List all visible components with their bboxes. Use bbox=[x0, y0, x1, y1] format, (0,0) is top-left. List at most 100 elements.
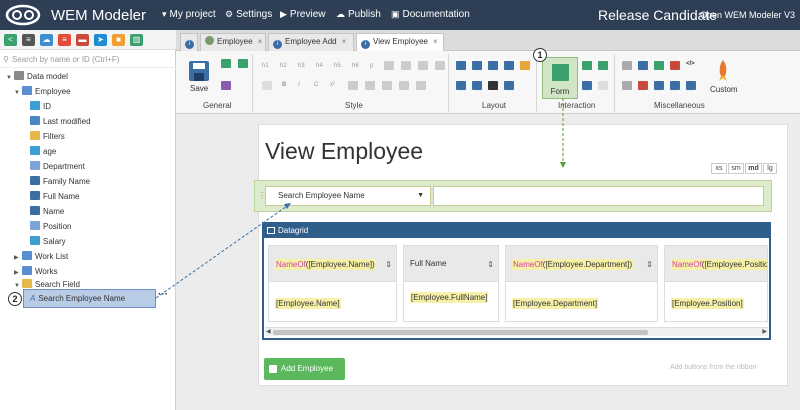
text-color-icon[interactable] bbox=[416, 81, 426, 90]
style-h4-button[interactable]: h4 bbox=[316, 63, 323, 69]
outdent-icon[interactable] bbox=[435, 61, 445, 70]
text-icon[interactable] bbox=[598, 81, 608, 90]
column-header[interactable]: NameOf([Employee.Name]) ⇕ bbox=[269, 246, 396, 282]
tree-node-salary[interactable]: Salary bbox=[30, 235, 66, 249]
keyboard-icon[interactable] bbox=[622, 61, 632, 70]
horizontal-scrollbar[interactable]: ◀ ▶ bbox=[265, 327, 768, 336]
search-input[interactable]: ⚲ Search by name or ID (Ctrl+F) bbox=[0, 52, 176, 68]
scroll-left-icon[interactable]: ◀ bbox=[266, 328, 271, 335]
save-button[interactable]: Save bbox=[190, 84, 208, 93]
arrow-right-icon[interactable] bbox=[238, 59, 248, 68]
eraser-icon[interactable] bbox=[262, 81, 272, 90]
tree-node-filters[interactable]: Filters bbox=[30, 130, 65, 144]
datagrid-column[interactable]: Full Name ⇕ [Employee.FullName] bbox=[403, 245, 499, 322]
style-h3-button[interactable]: h3 bbox=[298, 63, 305, 69]
grid-icon[interactable] bbox=[488, 61, 498, 70]
collapse-arrow-icon[interactable]: ▶ bbox=[14, 251, 22, 265]
code-icon[interactable]: C bbox=[314, 82, 318, 88]
database-icon[interactable]: ≡ bbox=[22, 34, 35, 46]
navigation-icon[interactable] bbox=[622, 81, 632, 90]
breakpoint-md-button[interactable]: md bbox=[745, 163, 762, 174]
input-icon[interactable] bbox=[582, 81, 592, 90]
image-icon[interactable] bbox=[456, 81, 466, 90]
align-left-icon[interactable] bbox=[348, 81, 358, 90]
indent-icon[interactable] bbox=[418, 61, 428, 70]
columns-icon[interactable] bbox=[456, 61, 466, 70]
menu-documentation[interactable]: ▣ Documentation bbox=[391, 9, 470, 20]
datagrid[interactable]: Datagrid NameOf([Employee.Name]) ⇕ [Emplo… bbox=[262, 222, 771, 340]
sort-icon[interactable]: ⇕ bbox=[646, 260, 653, 269]
sort-icon[interactable]: ⇕ bbox=[487, 260, 494, 269]
cloud-icon[interactable]: ☁ bbox=[40, 34, 53, 46]
save-icon[interactable] bbox=[188, 59, 210, 83]
menu-publish[interactable]: ☁ Publish bbox=[336, 9, 381, 20]
style-p-button[interactable]: p bbox=[370, 63, 373, 69]
tab-employee[interactable]: Employee × bbox=[200, 33, 266, 51]
tabs-icon[interactable] bbox=[520, 61, 530, 70]
expand-arrow-icon[interactable]: ▼ bbox=[14, 86, 22, 100]
close-icon[interactable]: × bbox=[258, 37, 263, 46]
bold-icon[interactable]: B bbox=[282, 82, 286, 88]
align-justify-icon[interactable] bbox=[399, 81, 409, 90]
folder-icon[interactable]: ■ bbox=[112, 34, 125, 46]
tree-node-work-list[interactable]: ▶ Work List bbox=[14, 250, 68, 264]
column-header[interactable]: NameOf([Employee.Department]) ⇕ bbox=[506, 246, 657, 282]
tools-icon[interactable]: ▬ bbox=[76, 34, 89, 46]
datagrid-column[interactable]: NameOf([Employee.Position [Employee.Posi… bbox=[664, 245, 768, 322]
tab-info[interactable]: i bbox=[180, 33, 198, 51]
pdf-icon[interactable] bbox=[670, 61, 680, 70]
link-icon[interactable] bbox=[472, 81, 482, 90]
expand-arrow-icon[interactable]: ▼ bbox=[14, 279, 22, 293]
superscript-icon[interactable]: x² bbox=[330, 82, 335, 88]
search-field-dropdown[interactable]: Search Employee Name ▼ bbox=[265, 186, 431, 206]
share-icon[interactable]: < bbox=[4, 34, 17, 46]
calendar-icon[interactable] bbox=[654, 81, 664, 90]
style-h2-button[interactable]: h2 bbox=[280, 63, 287, 69]
more-options-icon[interactable]: ··· bbox=[158, 289, 168, 300]
style-h5-button[interactable]: h5 bbox=[334, 63, 341, 69]
table-icon[interactable] bbox=[504, 61, 514, 70]
datagrid-column[interactable]: NameOf([Employee.Name]) ⇕ [Employee.Name] bbox=[268, 245, 397, 322]
chart-icon[interactable]: ▥ bbox=[130, 34, 143, 46]
style-h1-button[interactable]: h1 bbox=[262, 63, 269, 69]
close-icon[interactable]: × bbox=[433, 37, 438, 46]
undo-icon[interactable] bbox=[221, 59, 231, 68]
tree-node-works[interactable]: ▶ Works bbox=[14, 265, 58, 279]
add-employee-button[interactable]: Add Employee bbox=[264, 358, 345, 380]
tree-node-family-name[interactable]: Family Name bbox=[30, 175, 90, 189]
tab-employee-add[interactable]: i Employee Add × bbox=[268, 33, 354, 51]
validate-icon[interactable] bbox=[582, 61, 592, 70]
search-field-row[interactable]: ⋮ Search Employee Name ▼ bbox=[254, 180, 772, 212]
numbered-list-icon[interactable] bbox=[401, 61, 411, 70]
window-icon[interactable] bbox=[686, 81, 696, 90]
panel-icon[interactable] bbox=[472, 61, 482, 70]
expand-arrow-icon[interactable]: ▼ bbox=[6, 71, 14, 85]
custom-button[interactable]: Custom bbox=[710, 85, 738, 94]
map-icon[interactable] bbox=[654, 61, 664, 70]
close-icon[interactable]: × bbox=[342, 37, 347, 46]
check-icon[interactable] bbox=[598, 61, 608, 70]
comment-icon[interactable] bbox=[638, 61, 648, 70]
tree-node-search-employee-name[interactable]: A Search Employee Name bbox=[23, 289, 156, 308]
flag-icon[interactable] bbox=[488, 81, 498, 90]
column-header[interactable]: NameOf([Employee.Position bbox=[665, 246, 767, 282]
style-h6-button[interactable]: h6 bbox=[352, 63, 359, 69]
tree-node-department[interactable]: Department bbox=[30, 160, 85, 174]
tab-view-employee[interactable]: i View Employee × bbox=[356, 33, 444, 52]
breakpoint-sm-button[interactable]: sm bbox=[728, 163, 744, 174]
align-center-icon[interactable] bbox=[365, 81, 375, 90]
chart-icon[interactable] bbox=[504, 81, 514, 90]
menu-settings[interactable]: ⚙ Settings bbox=[225, 9, 272, 20]
menu-preview[interactable]: ▶ Preview bbox=[280, 9, 326, 20]
tree-node-last-modified[interactable]: Last modified bbox=[30, 115, 91, 129]
layers-icon[interactable]: ≡ bbox=[58, 34, 71, 46]
question-icon[interactable] bbox=[638, 81, 648, 90]
tree-node-name[interactable]: Name bbox=[30, 205, 64, 219]
html-icon[interactable]: </> bbox=[686, 61, 695, 67]
scroll-right-icon[interactable]: ▶ bbox=[762, 328, 767, 335]
rocket-icon[interactable] bbox=[716, 59, 730, 83]
tree-node-position[interactable]: Position bbox=[30, 220, 71, 234]
scrollbar-thumb[interactable] bbox=[273, 330, 648, 335]
navigation-icon[interactable]: ➤ bbox=[94, 34, 107, 46]
tree-node-data-model[interactable]: ▼ Data model bbox=[6, 70, 68, 84]
